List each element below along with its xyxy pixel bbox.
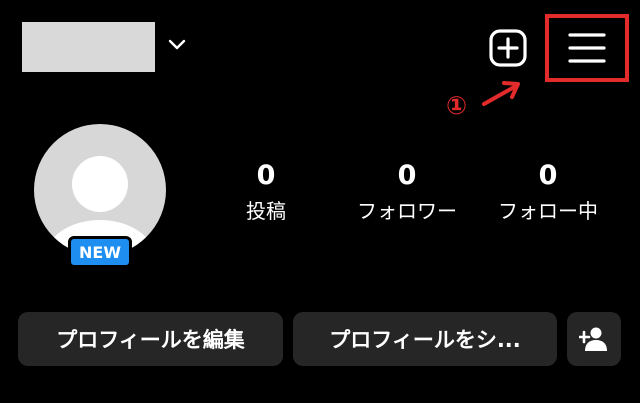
chevron-down-icon[interactable]: [166, 34, 188, 56]
edit-profile-button[interactable]: プロフィールを編集: [18, 312, 283, 366]
step-annotation: ①: [446, 78, 526, 122]
followers-label: フォロワー: [357, 199, 457, 223]
followers-stat[interactable]: 0 フォロワー: [337, 158, 477, 226]
plus-square-icon: [489, 29, 527, 67]
posts-count: 0: [256, 160, 276, 191]
share-profile-button[interactable]: プロフィールをシ...: [293, 312, 557, 366]
username-placeholder[interactable]: [22, 22, 155, 72]
menu-button[interactable]: [545, 14, 629, 82]
create-post-button[interactable]: [488, 28, 528, 68]
new-badge: NEW: [68, 236, 132, 268]
step-number: ①: [446, 91, 468, 120]
hamburger-menu-icon: [568, 33, 606, 63]
discover-people-button[interactable]: [567, 312, 621, 366]
arrow-icon: [482, 81, 520, 106]
posts-label: 投稿: [246, 199, 286, 223]
person-add-icon: [579, 327, 607, 351]
followers-count: 0: [397, 160, 417, 191]
following-count: 0: [538, 160, 558, 191]
following-stat[interactable]: 0 フォロー中: [478, 158, 618, 226]
following-label: フォロー中: [498, 199, 598, 223]
avatar-head: [72, 156, 128, 212]
posts-stat[interactable]: 0 投稿: [196, 158, 336, 226]
